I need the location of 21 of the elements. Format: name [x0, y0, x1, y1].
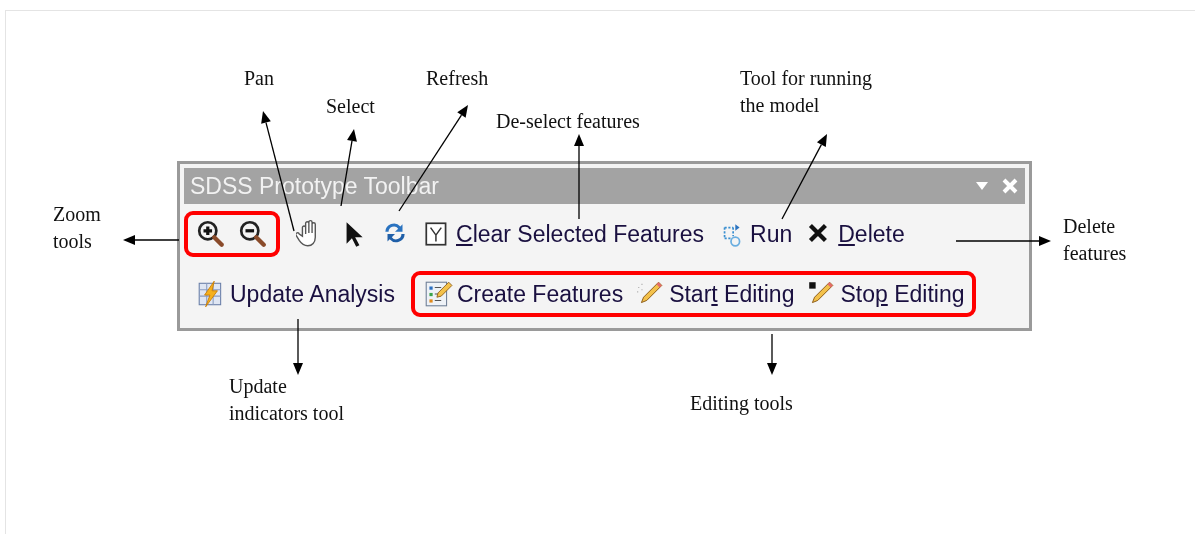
annotation-arrow [767, 333, 777, 375]
annotation-label: Zoom tools [53, 202, 101, 254]
annotation-label: Editing tools [690, 391, 793, 417]
zoom-in-icon [196, 219, 226, 249]
stop-editing-button[interactable]: Stop Editing [802, 277, 969, 311]
annotation-arrow [123, 235, 180, 245]
annotation-label: De-select features [496, 109, 640, 134]
annotation-label: Update indicators tool [229, 374, 344, 426]
delete-button[interactable]: Delete [800, 217, 909, 251]
zoom-out-icon [238, 219, 268, 249]
annotation-label: Refresh [426, 66, 489, 91]
start-editing-button[interactable]: Start Editing [631, 277, 799, 311]
run-button[interactable]: Run [712, 217, 797, 251]
update-analysis-button[interactable]: Update Analysis [192, 277, 399, 311]
annotation-arrow [293, 318, 303, 375]
annotation-label: Delete features [1063, 214, 1127, 266]
annotation-label: Select [326, 94, 375, 119]
create-features-button[interactable]: Create Features [418, 277, 628, 311]
annotation-label: Tool for running the model [740, 66, 872, 118]
clear-selected-features-button[interactable]: Clear Selected Features [418, 217, 709, 251]
annotation-label: Pan [244, 66, 274, 91]
